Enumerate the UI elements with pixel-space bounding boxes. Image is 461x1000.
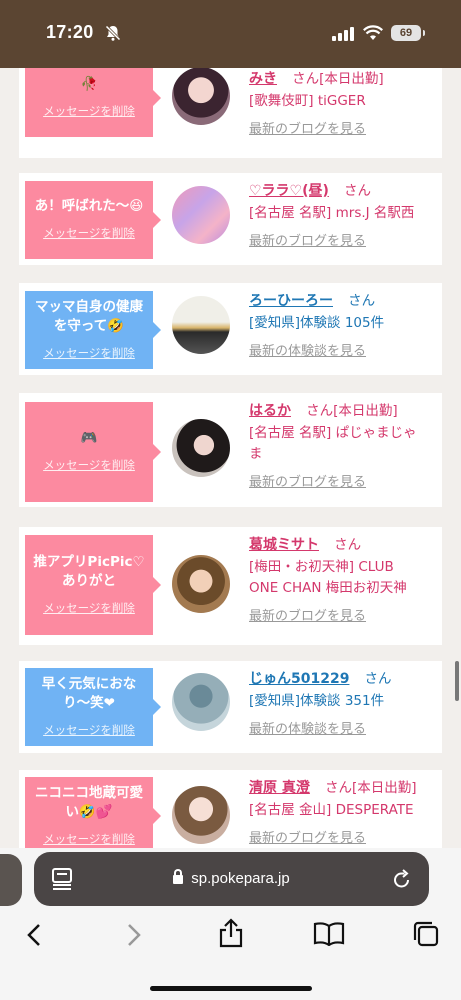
latest-post-link[interactable]: 最新の体験談を見る: [249, 718, 439, 737]
cellular-signal-icon: [332, 27, 354, 41]
message-bubble: 早く元気におなり〜笑❤ メッセージを削除: [25, 668, 161, 746]
profile-info: じゅん501229 さん [愛知県]体験談 351件 最新の体験談を見る: [249, 666, 439, 737]
profile-detail-line: [梅田・お初天神] CLUB: [249, 559, 394, 575]
profile-detail-line: ま: [249, 446, 263, 462]
home-indicator: [150, 986, 312, 991]
status-time: 17:20: [46, 22, 94, 42]
profile-info: 清原 真澄 さん[本日出勤] [名古屋 金山] DESPERATE 最新のブログ…: [249, 775, 439, 846]
avatar[interactable]: [172, 673, 230, 731]
avatar[interactable]: [172, 555, 230, 613]
profile-name-link[interactable]: はるか: [249, 403, 291, 419]
work-status: [本日出勤]: [319, 71, 384, 87]
delete-message-link[interactable]: メッセージを削除: [43, 456, 135, 475]
avatar[interactable]: [172, 296, 230, 354]
url-label: sp.pokepara.jp: [191, 870, 290, 887]
message-bubble: ニコニコ地蔵可愛い🤣💕 メッセージを削除: [25, 777, 161, 849]
avatar[interactable]: [172, 186, 230, 244]
latest-post-link[interactable]: 最新のブログを見る: [249, 118, 439, 137]
message-card[interactable]: 推アプリPicPic♡ありがと メッセージを削除 葛城ミサト さん [梅田・お初…: [19, 527, 442, 645]
wifi-icon: [363, 25, 383, 40]
delete-message-link[interactable]: メッセージを削除: [43, 102, 135, 121]
profile-detail-line: [名古屋 金山] DESPERATE: [249, 802, 414, 818]
profile-name-link[interactable]: 葛城ミサト: [249, 537, 319, 553]
profile-name-link[interactable]: じゅん501229: [249, 671, 349, 687]
latest-post-link[interactable]: 最新の体験談を見る: [249, 340, 439, 359]
honorific: さん: [292, 71, 320, 87]
message-text: 🥀: [80, 76, 98, 92]
address-bar[interactable]: sp.pokepara.jp: [34, 852, 429, 906]
silent-bell-icon: [104, 24, 122, 42]
message-text: 🎮: [80, 430, 98, 446]
profile-info: はるか さん[本日出勤] [名古屋 名駅] ぱじゃまじゃま 最新のブログを見る: [249, 398, 439, 490]
profile-detail-line: [名古屋 名駅] mrs.J 名駅西: [249, 205, 415, 221]
back-icon[interactable]: [24, 922, 44, 948]
message-card[interactable]: 🥀 メッセージを削除 みき さん[本日出勤] [歌舞伎町] tiGGER 最新の…: [19, 68, 442, 158]
tabs-icon[interactable]: [412, 920, 440, 948]
message-text: 推アプリPicPic♡ありがと: [33, 553, 145, 589]
work-status: [本日出勤]: [333, 403, 398, 419]
honorific: さん: [334, 537, 362, 553]
message-text: マッマ自身の健康を守って🤣: [35, 298, 143, 334]
latest-post-link[interactable]: 最新のブログを見る: [249, 471, 439, 490]
message-card[interactable]: マッマ自身の健康を守って🤣 メッセージを削除 ろーひーろー さん [愛知県]体験…: [19, 283, 442, 375]
avatar[interactable]: [172, 786, 230, 844]
avatar[interactable]: [172, 419, 230, 477]
message-text: 早く元気におなり〜笑❤: [41, 675, 137, 711]
message-bubble: あ！呼ばれた〜😆 メッセージを削除: [25, 181, 161, 259]
profile-detail-line: [愛知県]体験談 351件: [249, 693, 385, 709]
delete-message-link[interactable]: メッセージを削除: [43, 599, 135, 618]
message-card[interactable]: ニコニコ地蔵可愛い🤣💕 メッセージを削除 清原 真澄 さん[本日出勤] [名古屋…: [19, 770, 442, 848]
message-card[interactable]: 早く元気におなり〜笑❤ メッセージを削除 じゅん501229 さん [愛知県]体…: [19, 661, 442, 753]
honorific: さん: [324, 780, 352, 796]
profile-info: ろーひーろー さん [愛知県]体験談 105件 最新の体験談を見る: [249, 288, 439, 359]
status-bar: 17:20 69: [0, 0, 461, 68]
message-text: ニコニコ地蔵可愛い🤣💕: [35, 784, 143, 820]
honorific: さん: [306, 403, 334, 419]
latest-post-link[interactable]: 最新のブログを見る: [249, 827, 439, 846]
delete-message-link[interactable]: メッセージを削除: [43, 224, 135, 243]
profile-info: みき さん[本日出勤] [歌舞伎町] tiGGER 最新のブログを見る: [249, 68, 439, 137]
profile-name-link[interactable]: ろーひーろー: [249, 293, 333, 309]
message-card[interactable]: 🎮 メッセージを削除 はるか さん[本日出勤] [名古屋 名駅] ぱじゃまじゃま…: [19, 393, 442, 507]
honorific: さん: [364, 671, 392, 687]
message-feed[interactable]: 🥀 メッセージを削除 みき さん[本日出勤] [歌舞伎町] tiGGER 最新の…: [0, 68, 461, 848]
delete-message-link[interactable]: メッセージを削除: [43, 721, 135, 740]
latest-post-link[interactable]: 最新のブログを見る: [249, 230, 439, 249]
bookmarks-icon[interactable]: [313, 922, 345, 946]
profile-name-link[interactable]: 清原 真澄: [249, 780, 310, 796]
url-text[interactable]: sp.pokepara.jp: [34, 852, 429, 906]
battery-indicator: 69: [391, 25, 425, 41]
delete-message-link[interactable]: メッセージを削除: [43, 344, 135, 363]
scrollbar[interactable]: [455, 661, 459, 701]
forward-icon[interactable]: [124, 922, 144, 948]
profile-detail-line: [名古屋 名駅] ぱじゃまじゃ: [249, 425, 417, 441]
reload-icon[interactable]: [392, 868, 412, 890]
latest-post-link[interactable]: 最新のブログを見る: [249, 605, 439, 624]
honorific: さん: [344, 183, 371, 199]
profile-detail-line: [歌舞伎町] tiGGER: [249, 93, 366, 109]
browser-toolbar: sp.pokepara.jp: [0, 848, 461, 1000]
share-icon[interactable]: [218, 918, 244, 948]
profile-name-link[interactable]: ♡ララ♡(昼): [249, 183, 329, 199]
lock-icon: [173, 868, 184, 884]
message-text: あ！呼ばれた〜😆: [34, 198, 144, 214]
profile-detail-line: [愛知県]体験談 105件: [249, 315, 385, 331]
honorific: さん: [348, 293, 376, 309]
previous-tab-preview[interactable]: [0, 854, 22, 906]
profile-detail-line: ONE CHAN 梅田お初天神: [249, 580, 407, 596]
message-bubble: 推アプリPicPic♡ありがと メッセージを削除: [25, 535, 161, 635]
delete-message-link[interactable]: メッセージを削除: [43, 830, 135, 849]
work-status: [本日出勤]: [351, 780, 417, 796]
avatar[interactable]: [172, 68, 230, 125]
profile-info: ♡ララ♡(昼) さん [名古屋 名駅] mrs.J 名駅西 最新のブログを見る: [249, 178, 439, 249]
message-card[interactable]: あ！呼ばれた〜😆 メッセージを削除 ♡ララ♡(昼) さん [名古屋 名駅] mr…: [19, 173, 442, 265]
profile-info: 葛城ミサト さん [梅田・お初天神] CLUB ONE CHAN 梅田お初天神 最…: [249, 532, 439, 624]
profile-name-link[interactable]: みき: [249, 71, 277, 87]
message-bubble: 🎮 メッセージを削除: [25, 402, 161, 502]
message-bubble: マッマ自身の健康を守って🤣 メッセージを削除: [25, 291, 161, 369]
message-bubble: 🥀 メッセージを削除: [25, 68, 161, 137]
